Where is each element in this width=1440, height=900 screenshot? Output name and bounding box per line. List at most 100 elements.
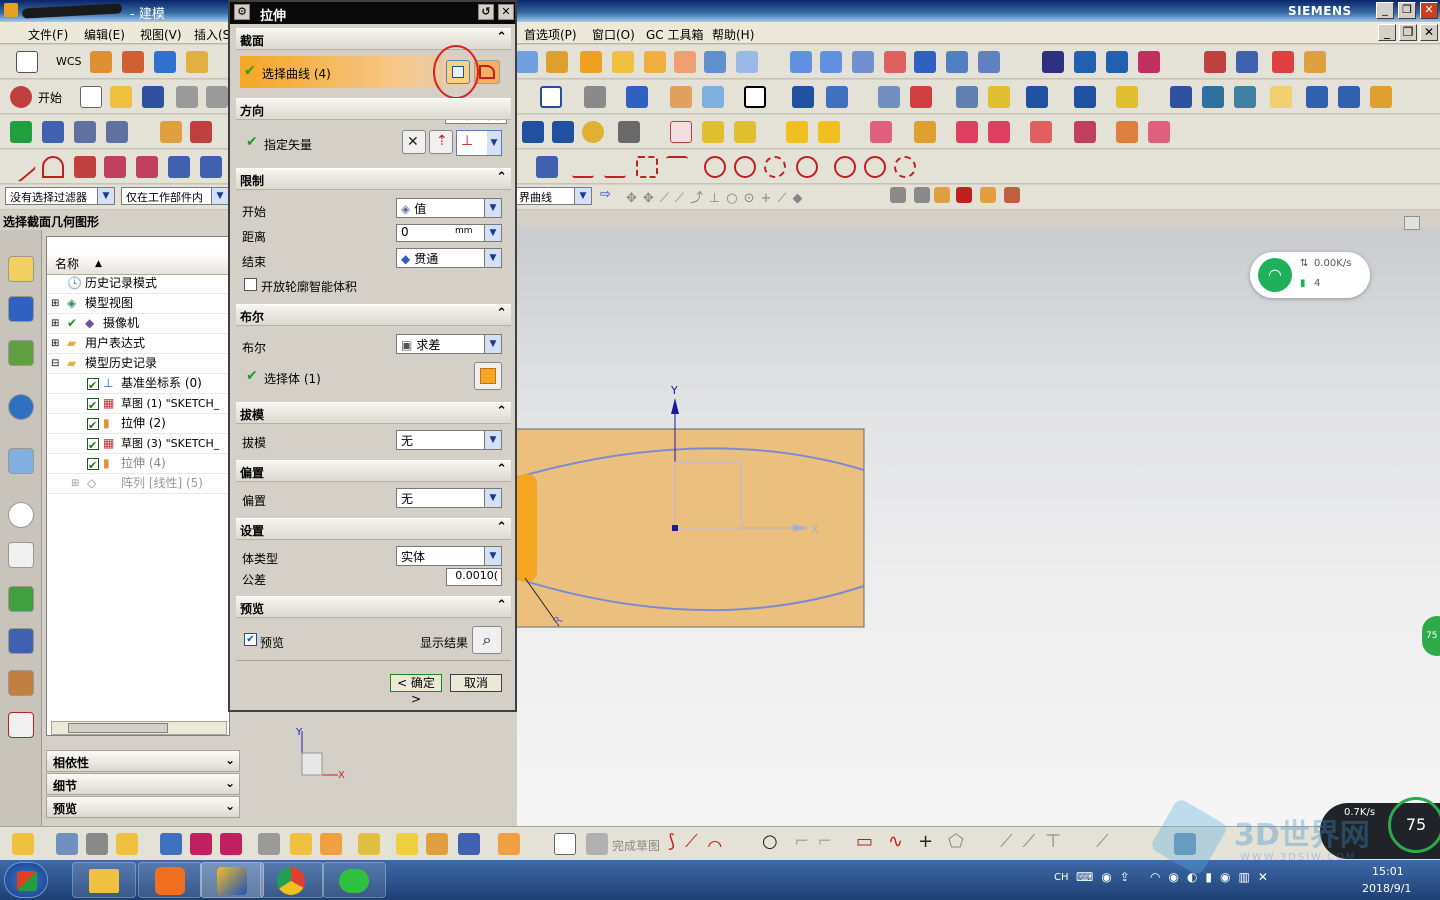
assembly-tool-icon-7[interactable] <box>220 833 242 855</box>
tool-icon-22[interactable] <box>1148 121 1170 143</box>
preview-panel[interactable]: 预览 ⌄ <box>46 796 240 818</box>
close-button[interactable]: ✕ <box>1420 2 1438 19</box>
feature-icon-1[interactable] <box>516 51 538 73</box>
visibility-checkbox[interactable] <box>87 376 99 393</box>
menu-help[interactable]: 帮助(H) <box>712 26 754 43</box>
snap-icons[interactable]: ✥✥⟋⟋⤴⊥○⊙+⟋◆ <box>626 187 809 206</box>
tree-item-extrude-4[interactable]: ▮ 拉伸 (4) <box>47 454 229 474</box>
sketch-icon-9[interactable] <box>572 156 594 178</box>
view-icon-4[interactable] <box>702 86 724 108</box>
tool-icon-2[interactable] <box>74 121 96 143</box>
sketch-rectangle-icon[interactable]: ▭ <box>856 831 873 852</box>
feature-icon-3[interactable] <box>580 51 602 73</box>
horizontal-scrollbar[interactable] <box>51 721 227 735</box>
web-browser-icon[interactable] <box>8 448 34 474</box>
expand-icon[interactable]: ⊞ <box>51 294 59 313</box>
boolean-dropdown[interactable]: ▣ 求差 ▼ <box>396 334 502 354</box>
view-icon-6[interactable] <box>826 86 848 108</box>
close-icon[interactable]: ✕ <box>498 4 514 20</box>
circle-icon-6[interactable] <box>864 156 886 178</box>
open-profile-checkbox[interactable] <box>244 278 257 291</box>
sketch-icon-3[interactable] <box>74 156 96 178</box>
feature-icon-7[interactable] <box>704 51 726 73</box>
tray-icons-2[interactable]: ◠◉◐▮◉▥✕ <box>1150 870 1276 884</box>
start-icon[interactable] <box>10 86 32 108</box>
taskbar-explorer[interactable] <box>72 862 136 898</box>
extrude-icon[interactable] <box>90 51 112 73</box>
selection-filter-dropdown[interactable]: 没有选择过滤器 ▼ <box>5 187 115 205</box>
visibility-checkbox[interactable] <box>87 456 99 473</box>
assembly-icon-3[interactable] <box>1370 86 1392 108</box>
sketch-icon-10[interactable] <box>604 156 626 178</box>
assembly-tool-icon-9[interactable] <box>290 833 312 855</box>
surface-icon-5[interactable] <box>914 51 936 73</box>
tree-item-model-views[interactable]: ⊞ ◈ 模型视图 <box>47 294 229 314</box>
sketch-icon-12[interactable] <box>666 156 688 178</box>
snap-icon-f[interactable] <box>1004 187 1020 203</box>
network-speed-widget[interactable]: ◠ ⇅ 0.00K/s ▮ 4 <box>1250 252 1370 298</box>
tree-item-user-expressions[interactable]: ⊞ ▰ 用户表达式 <box>47 334 229 354</box>
tool-icon-9[interactable] <box>618 121 640 143</box>
sketch-icon-7[interactable] <box>200 156 222 178</box>
sketch-polygon-icon[interactable]: ⬠ <box>948 831 964 852</box>
menu-preferences[interactable]: 首选项(P) <box>524 26 577 43</box>
taskbar-wechat[interactable] <box>322 862 386 898</box>
assembly-tool-icon-4[interactable] <box>116 833 138 855</box>
assembly-tool-icon-1[interactable] <box>12 833 34 855</box>
tool-icon-20[interactable] <box>1074 121 1096 143</box>
circle-icon-3[interactable] <box>764 156 786 178</box>
surface-icon-4[interactable] <box>884 51 906 73</box>
restore-button[interactable]: ❐ <box>1398 2 1416 19</box>
surface-icon-3[interactable] <box>852 51 874 73</box>
tree-item-history-mode[interactable]: 🕓 历史记录模式 <box>47 274 229 294</box>
new-icon[interactable] <box>80 86 102 108</box>
menu-insert[interactable]: 插入(S <box>194 26 230 43</box>
assembly-tool-icon-15[interactable] <box>498 833 520 855</box>
tool-icon-12[interactable] <box>734 121 756 143</box>
vector-flip-button[interactable]: ✕ <box>402 130 426 154</box>
feature-icon-5[interactable] <box>644 51 666 73</box>
tool-icon-3[interactable] <box>106 121 128 143</box>
analysis-icon-3[interactable] <box>1272 51 1294 73</box>
tool-icon-21[interactable] <box>1116 121 1138 143</box>
preview-group-header[interactable]: 预览 ⌃ <box>236 596 511 618</box>
save-icon[interactable] <box>142 86 164 108</box>
tree-item-sketch-1[interactable]: ▦ 草图 (1) "SKETCH_ <box>47 394 229 414</box>
assembly-tool-icon-2[interactable] <box>56 833 78 855</box>
ok-button[interactable]: < 确定 > <box>390 674 442 706</box>
circle-icon-1[interactable] <box>704 156 726 178</box>
minimize-button[interactable]: _ <box>1376 2 1394 19</box>
speed-widget[interactable]: 0.7K/s 75 <box>1320 797 1440 859</box>
snap-icon-e[interactable] <box>980 187 996 203</box>
sketch-spline-icon[interactable]: ∿ <box>888 831 903 852</box>
assembly-navigator-icon[interactable] <box>8 256 34 282</box>
sketch-icon-8[interactable] <box>536 156 558 178</box>
surface-icon-6[interactable] <box>946 51 968 73</box>
limits-group-header[interactable]: 限制 ⌃ <box>236 168 511 190</box>
taskbar-nx[interactable] <box>200 862 264 898</box>
dialog-title-bar[interactable]: ⚙ 拉伸 ↺ ✕ <box>230 2 515 24</box>
start-dropdown[interactable]: ◈ 值 ▼ <box>396 198 502 218</box>
tool-icon-18[interactable] <box>988 121 1010 143</box>
assembly-icon-1[interactable] <box>1306 86 1328 108</box>
tool-icon-13[interactable] <box>786 121 808 143</box>
show-result-button[interactable]: ⌕ <box>472 626 502 654</box>
tool-icon-1[interactable] <box>42 121 64 143</box>
tool-icon-16[interactable] <box>914 121 936 143</box>
gear-icon[interactable]: ⚙ <box>234 4 250 20</box>
boolean-group-header[interactable]: 布尔 ⌃ <box>236 304 511 326</box>
tree-item-datum-csys[interactable]: ⊥ 基准坐标系 (0) <box>47 374 229 394</box>
sketch-icon-11[interactable] <box>636 156 658 178</box>
sketch-icon-6[interactable] <box>168 156 190 178</box>
sketch-arc-icon[interactable] <box>42 156 64 178</box>
visibility-checkbox[interactable] <box>87 416 99 433</box>
settings-group-header[interactable]: 设置 ⌃ <box>236 518 511 540</box>
taskbar-app-2[interactable] <box>138 862 202 898</box>
tool-icon-4[interactable] <box>160 121 182 143</box>
assembly-tool-icon-8[interactable] <box>258 833 280 855</box>
ime-indicator[interactable]: CH <box>1054 872 1069 883</box>
assembly-tool-icon-5[interactable] <box>160 833 182 855</box>
assembly-tool-icon-13[interactable] <box>426 833 448 855</box>
tool-icon-14[interactable] <box>818 121 840 143</box>
tool-icon-19[interactable] <box>1030 121 1052 143</box>
